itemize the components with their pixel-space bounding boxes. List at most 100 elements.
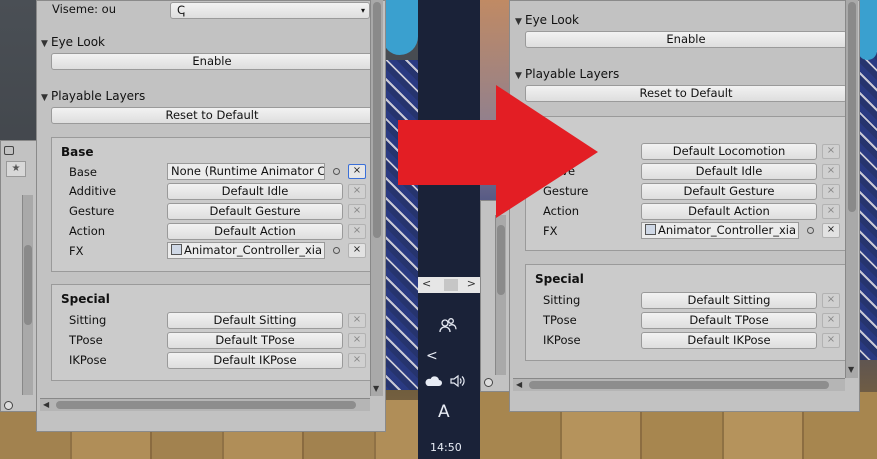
star-button[interactable]: ★ <box>6 161 26 177</box>
clear-button[interactable]: × <box>348 333 366 348</box>
scroll-down-arrow[interactable]: ▼ <box>373 384 379 393</box>
scroll-down-arrow[interactable]: ▼ <box>848 365 854 374</box>
layer-label: Sitting <box>543 293 581 307</box>
inspector-vscrollbar[interactable]: ▼ <box>845 0 858 378</box>
red-arrow-icon <box>398 85 598 218</box>
viseme-dropdown-value: ↅ <box>177 3 186 17</box>
scroll-left-arrow[interactable]: ◀ <box>43 400 49 409</box>
default-action-button[interactable]: Default Action <box>167 223 343 240</box>
project-vscrollbar[interactable] <box>22 195 33 395</box>
inspector-vscroll-thumb[interactable] <box>373 2 381 238</box>
eye-look-label: Eye Look <box>51 35 105 49</box>
default-action-button[interactable]: Default Action <box>641 203 817 220</box>
layer-label: FX <box>543 224 558 238</box>
default-idle-button[interactable]: Default Idle <box>641 163 817 180</box>
special-header: Special <box>61 292 110 306</box>
foldout-expanded-icon: ▼ <box>41 39 48 49</box>
foldout-expanded-icon: ▼ <box>515 71 522 81</box>
lock-icon[interactable] <box>4 146 14 155</box>
eye-look-foldout[interactable]: ▼ Eye Look <box>41 35 105 49</box>
eye-look-enable-button[interactable]: Enable <box>525 31 847 48</box>
object-picker-icon[interactable] <box>333 247 340 254</box>
dropdown-arrows-icon: ▾ <box>360 6 365 15</box>
viseme-dropdown[interactable]: ↅ ▾ <box>170 2 370 19</box>
slider-handle[interactable] <box>484 378 493 387</box>
inspector-hscrollbar[interactable]: ◀ <box>513 378 845 391</box>
scroll-left-arrow[interactable]: ◀ <box>516 380 522 389</box>
ime-indicator[interactable]: A <box>438 402 450 422</box>
clear-button[interactable]: × <box>822 204 840 219</box>
layer-label: Gesture <box>69 204 115 218</box>
clear-button[interactable]: × <box>348 184 366 199</box>
base-animator-field[interactable]: None (Runtime Animator C <box>167 163 325 180</box>
clear-button[interactable]: × <box>348 243 366 258</box>
layer-label: TPose <box>69 333 103 347</box>
layer-label: Base <box>69 165 98 179</box>
default-ikpose-button[interactable]: Default IKPose <box>641 332 817 349</box>
scene-object <box>383 0 418 55</box>
fx-animator-value: Animator_Controller_xia <box>658 223 796 237</box>
object-picker-icon[interactable] <box>807 227 814 234</box>
clear-button[interactable]: × <box>822 333 840 348</box>
taskbar-scroller[interactable]: < > <box>418 277 480 293</box>
base-header: Base <box>61 145 94 159</box>
inspector-hscrollbar[interactable]: ◀ <box>40 398 370 411</box>
clear-button[interactable]: × <box>348 204 366 219</box>
show-hidden-icons-chevron[interactable]: < <box>426 348 438 364</box>
clear-button[interactable]: × <box>822 313 840 328</box>
default-idle-button[interactable]: Default Idle <box>167 183 343 200</box>
inspector-hscroll-thumb[interactable] <box>529 381 829 389</box>
clear-button[interactable]: × <box>348 164 366 179</box>
clear-button[interactable]: × <box>822 293 840 308</box>
onedrive-cloud-icon[interactable] <box>424 375 442 387</box>
clear-button[interactable]: × <box>348 224 366 239</box>
default-sitting-button[interactable]: Default Sitting <box>167 312 343 329</box>
fx-animator-field[interactable]: Animator_Controller_xia <box>641 222 799 239</box>
chevron-right-icon[interactable]: > <box>467 277 476 290</box>
clear-button[interactable]: × <box>348 353 366 368</box>
chevron-left-icon[interactable]: < <box>422 277 431 290</box>
layer-label: FX <box>69 244 84 258</box>
clock-time[interactable]: 14:50 <box>430 441 462 454</box>
clear-button[interactable]: × <box>822 144 840 159</box>
fx-animator-field[interactable]: Animator_Controller_xia <box>167 242 325 259</box>
special-header: Special <box>535 272 584 286</box>
people-icon[interactable] <box>438 316 458 336</box>
inspector-vscrollbar[interactable]: ▼ <box>370 0 383 396</box>
fx-animator-value: Animator_Controller_xia <box>184 243 322 257</box>
default-sitting-button[interactable]: Default Sitting <box>641 292 817 309</box>
eye-look-foldout[interactable]: ▼ Eye Look <box>515 13 579 27</box>
inspector-vscroll-thumb[interactable] <box>848 2 856 212</box>
default-locomotion-button[interactable]: Default Locomotion <box>641 143 817 160</box>
playable-layers-foldout[interactable]: ▼ Playable Layers <box>41 89 145 103</box>
scroller-thumb[interactable] <box>444 279 458 291</box>
default-tpose-button[interactable]: Default TPose <box>641 312 817 329</box>
playable-layers-foldout[interactable]: ▼ Playable Layers <box>515 67 619 81</box>
clear-button[interactable]: × <box>822 164 840 179</box>
viseme-label: Viseme: ou <box>52 2 117 16</box>
layer-label: Sitting <box>69 313 107 327</box>
layer-label: IKPose <box>543 333 581 347</box>
inspector-hscroll-thumb[interactable] <box>56 401 356 409</box>
layer-label: IKPose <box>69 353 107 367</box>
volume-icon[interactable] <box>449 374 467 388</box>
reset-to-default-button[interactable]: Reset to Default <box>51 107 373 124</box>
eye-look-enable-button[interactable]: Enable <box>51 53 373 70</box>
default-ikpose-button[interactable]: Default IKPose <box>167 352 343 369</box>
object-picker-icon[interactable] <box>333 168 340 175</box>
default-tpose-button[interactable]: Default TPose <box>167 332 343 349</box>
clear-button[interactable]: × <box>822 223 840 238</box>
slider-handle[interactable] <box>4 401 13 410</box>
right-project-vscrollbar[interactable] <box>495 215 506 375</box>
scene-object-right <box>858 0 877 60</box>
clear-button[interactable]: × <box>822 184 840 199</box>
clear-button[interactable]: × <box>348 313 366 328</box>
layer-label: Additive <box>69 184 117 198</box>
right-project-vscroll-thumb[interactable] <box>497 225 505 295</box>
playable-layers-label: Playable Layers <box>525 67 620 81</box>
default-gesture-button[interactable]: Default Gesture <box>641 183 817 200</box>
playable-layers-label: Playable Layers <box>51 89 146 103</box>
windows-taskbar <box>418 0 480 459</box>
project-vscroll-thumb[interactable] <box>24 245 32 325</box>
default-gesture-button[interactable]: Default Gesture <box>167 203 343 220</box>
